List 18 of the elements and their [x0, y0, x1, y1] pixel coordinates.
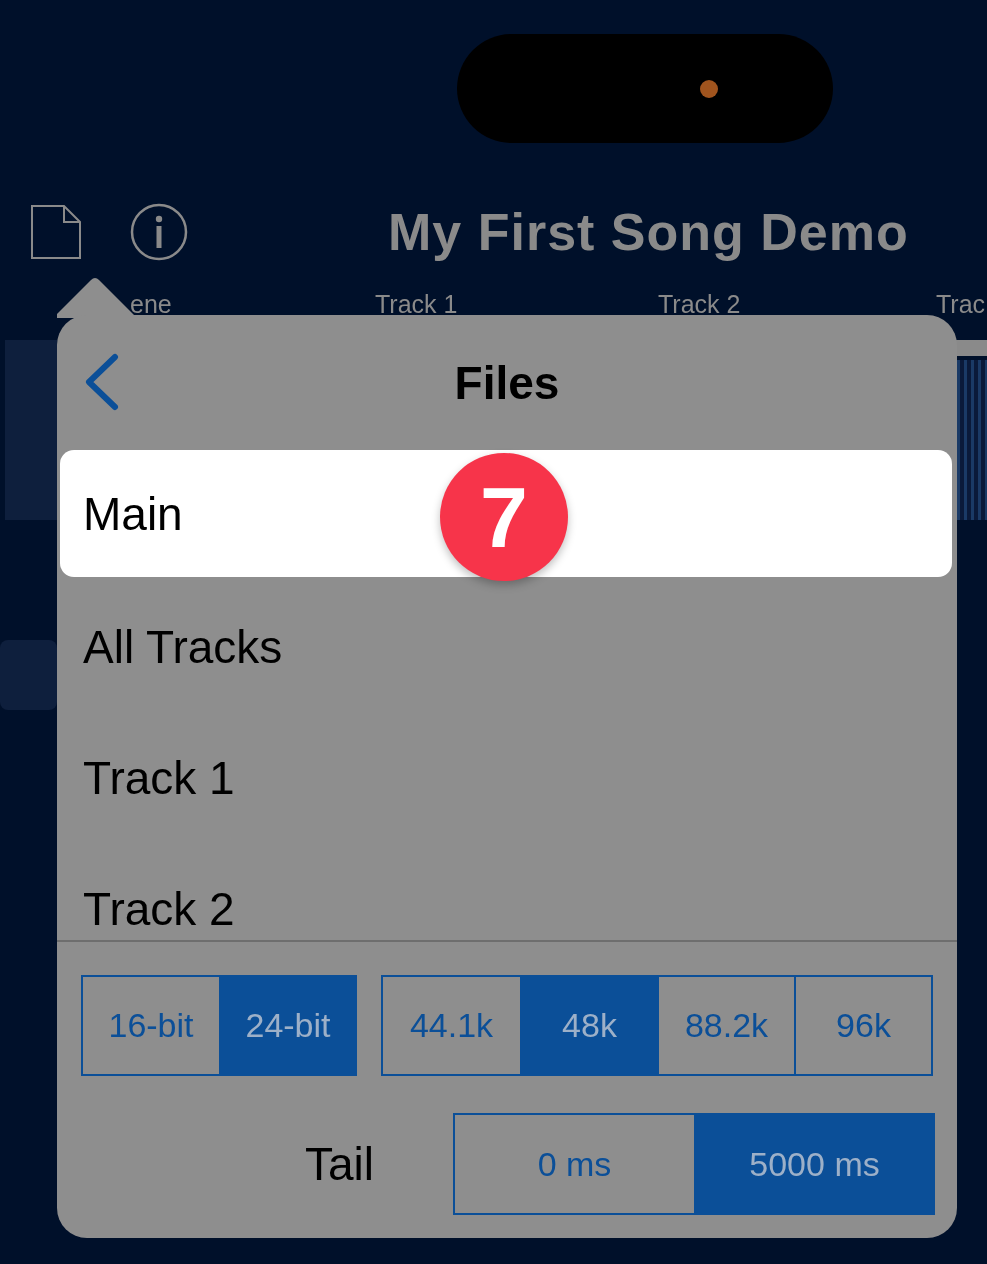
camera-dot-icon — [700, 80, 718, 98]
track-label[interactable]: Trac — [936, 290, 987, 319]
segment-button[interactable]: 48k — [520, 977, 657, 1074]
document-icon[interactable] — [30, 204, 82, 260]
file-item[interactable]: Track 1 — [57, 712, 957, 843]
file-item[interactable]: All Tracks — [57, 581, 957, 712]
chevron-left-icon — [83, 353, 119, 411]
info-icon[interactable] — [130, 203, 188, 261]
segment-button[interactable]: 5000 ms — [694, 1115, 933, 1213]
track-label[interactable]: ene — [130, 290, 375, 319]
track-label[interactable]: Track 2 — [658, 290, 936, 319]
song-title: My First Song Demo — [388, 202, 909, 262]
popover-title: Files — [454, 355, 560, 410]
segment-button[interactable]: 24-bit — [219, 977, 355, 1074]
background-panel — [0, 640, 57, 710]
tail-label: Tail — [303, 1137, 374, 1191]
track-label[interactable]: Track 1 — [375, 290, 658, 319]
file-item[interactable]: Track 2 — [57, 843, 957, 940]
